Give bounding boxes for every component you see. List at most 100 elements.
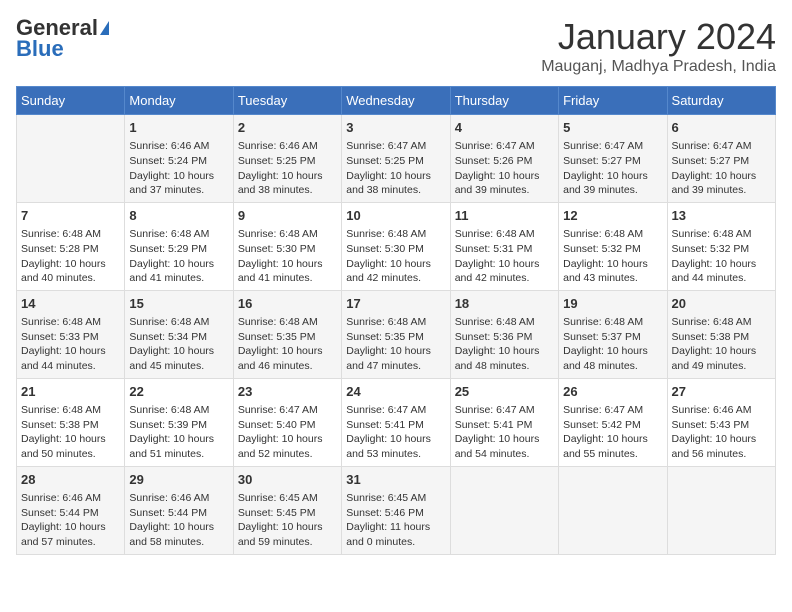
day-info: Sunset: 5:41 PM [346,418,445,433]
day-info: Daylight: 10 hours [672,432,771,447]
day-info: and 45 minutes. [129,359,228,374]
day-number: 31 [346,471,445,489]
day-info: Daylight: 10 hours [563,257,662,272]
day-number: 20 [672,295,771,313]
day-info: Daylight: 10 hours [346,432,445,447]
day-info: and 44 minutes. [21,359,120,374]
day-info: Sunset: 5:30 PM [238,242,337,257]
day-info: Daylight: 10 hours [238,432,337,447]
day-info: Sunrise: 6:46 AM [21,491,120,506]
day-number: 17 [346,295,445,313]
header-thursday: Thursday [450,87,558,115]
day-number: 5 [563,119,662,137]
day-info: Sunrise: 6:46 AM [672,403,771,418]
day-info: Sunrise: 6:47 AM [563,139,662,154]
week-row-1: 1Sunrise: 6:46 AMSunset: 5:24 PMDaylight… [17,115,776,203]
day-info: Sunset: 5:38 PM [672,330,771,345]
day-info: Daylight: 10 hours [238,520,337,535]
day-info: and 50 minutes. [21,447,120,462]
day-info: and 0 minutes. [346,535,445,550]
day-info: Sunset: 5:34 PM [129,330,228,345]
day-info: Sunset: 5:39 PM [129,418,228,433]
day-info: Sunset: 5:29 PM [129,242,228,257]
day-number: 28 [21,471,120,489]
day-info: Daylight: 10 hours [455,432,554,447]
day-info: and 42 minutes. [455,271,554,286]
day-info: Daylight: 10 hours [238,257,337,272]
day-info: Sunrise: 6:48 AM [129,227,228,242]
day-info: Sunset: 5:35 PM [346,330,445,345]
day-info: and 41 minutes. [238,271,337,286]
day-info: Sunset: 5:37 PM [563,330,662,345]
day-cell: 13Sunrise: 6:48 AMSunset: 5:32 PMDayligh… [667,202,775,290]
day-info: Daylight: 11 hours [346,520,445,535]
day-cell: 15Sunrise: 6:48 AMSunset: 5:34 PMDayligh… [125,290,233,378]
day-cell: 22Sunrise: 6:48 AMSunset: 5:39 PMDayligh… [125,378,233,466]
day-cell: 4Sunrise: 6:47 AMSunset: 5:26 PMDaylight… [450,115,558,203]
day-info: Daylight: 10 hours [129,520,228,535]
day-number: 9 [238,207,337,225]
day-info: Sunset: 5:42 PM [563,418,662,433]
day-info: and 55 minutes. [563,447,662,462]
day-number: 27 [672,383,771,401]
day-info: and 38 minutes. [238,183,337,198]
day-info: Sunrise: 6:48 AM [563,315,662,330]
day-cell: 21Sunrise: 6:48 AMSunset: 5:38 PMDayligh… [17,378,125,466]
day-cell: 29Sunrise: 6:46 AMSunset: 5:44 PMDayligh… [125,466,233,554]
location-subtitle: Mauganj, Madhya Pradesh, India [541,58,776,76]
day-info: Sunrise: 6:48 AM [238,227,337,242]
day-info: and 44 minutes. [672,271,771,286]
day-number: 24 [346,383,445,401]
day-cell: 9 Sunrise: 6:48 AMSunset: 5:30 PMDaylight… [233,202,341,290]
logo: General Blue [16,16,109,60]
day-info: Daylight: 10 hours [21,520,120,535]
day-cell [667,466,775,554]
day-info: and 39 minutes. [455,183,554,198]
day-number: 18 [455,295,554,313]
day-info: Sunrise: 6:45 AM [346,491,445,506]
day-info: Sunrise: 6:48 AM [21,227,120,242]
calendar-table: SundayMondayTuesdayWednesdayThursdayFrid… [16,86,776,555]
day-info: Sunset: 5:33 PM [21,330,120,345]
day-cell: 7Sunrise: 6:48 AMSunset: 5:28 PMDaylight… [17,202,125,290]
day-number: 12 [563,207,662,225]
day-info: and 53 minutes. [346,447,445,462]
day-cell: 6Sunrise: 6:47 AMSunset: 5:27 PMDaylight… [667,115,775,203]
day-info: and 59 minutes. [238,535,337,550]
day-info: Sunset: 5:38 PM [21,418,120,433]
day-info: Daylight: 10 hours [346,169,445,184]
day-cell: 17Sunrise: 6:48 AMSunset: 5:35 PMDayligh… [342,290,450,378]
day-info: Sunset: 5:41 PM [455,418,554,433]
day-info: Sunrise: 6:48 AM [672,315,771,330]
day-info: Sunrise: 6:46 AM [129,491,228,506]
day-info: and 52 minutes. [238,447,337,462]
day-info: Sunrise: 6:48 AM [563,227,662,242]
day-info: Daylight: 10 hours [21,257,120,272]
day-info: Daylight: 10 hours [672,257,771,272]
day-info: Sunrise: 6:48 AM [129,403,228,418]
day-info: Sunset: 5:32 PM [672,242,771,257]
day-info: and 48 minutes. [455,359,554,374]
day-info: Daylight: 10 hours [238,344,337,359]
day-info: Sunset: 5:45 PM [238,506,337,521]
day-info: and 57 minutes. [21,535,120,550]
day-info: Sunset: 5:26 PM [455,154,554,169]
day-number: 25 [455,383,554,401]
day-cell: 16Sunrise: 6:48 AMSunset: 5:35 PMDayligh… [233,290,341,378]
day-number: 23 [238,383,337,401]
day-info: and 39 minutes. [563,183,662,198]
day-info: and 41 minutes. [129,271,228,286]
day-info: Daylight: 10 hours [672,344,771,359]
day-number: 4 [455,119,554,137]
day-cell: 20 Sunrise: 6:48 AMSunset: 5:38 PMDayligh… [667,290,775,378]
day-info: Sunrise: 6:45 AM [238,491,337,506]
day-info: Sunrise: 6:47 AM [346,139,445,154]
day-cell: 2Sunrise: 6:46 AMSunset: 5:25 PMDaylight… [233,115,341,203]
day-cell: 19Sunrise: 6:48 AMSunset: 5:37 PMDayligh… [559,290,667,378]
day-cell: 8Sunrise: 6:48 AMSunset: 5:29 PMDaylight… [125,202,233,290]
header-tuesday: Tuesday [233,87,341,115]
day-info: Sunset: 5:27 PM [672,154,771,169]
day-info: and 43 minutes. [563,271,662,286]
day-info: Daylight: 10 hours [346,344,445,359]
header-saturday: Saturday [667,87,775,115]
